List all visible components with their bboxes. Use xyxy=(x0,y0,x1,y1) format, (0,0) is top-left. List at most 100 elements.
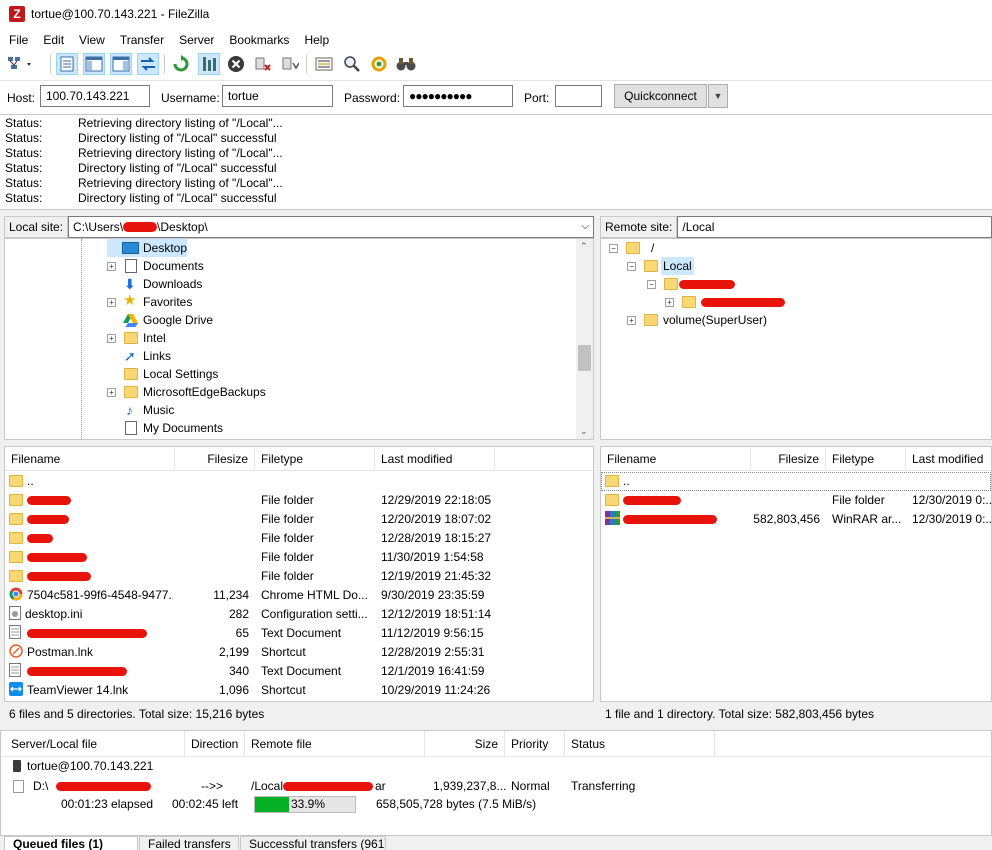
process-queue-button[interactable] xyxy=(198,53,220,75)
file-row[interactable]: .. xyxy=(601,472,991,491)
remote-path-input[interactable]: /Local xyxy=(677,216,992,238)
file-icon xyxy=(13,780,24,793)
transfer-queue-icon xyxy=(141,57,155,71)
collapse-icon[interactable]: − xyxy=(627,262,636,271)
column-direction[interactable]: Direction xyxy=(185,731,245,757)
file-row[interactable]: TeamViewer 14.lnk 1,096 Shortcut 10/29/2019… xyxy=(5,681,593,700)
tab-failed-transfers[interactable]: Failed transfers xyxy=(139,836,239,850)
folder-icon xyxy=(9,532,23,544)
chrome-icon xyxy=(9,587,23,601)
port-label: Port: xyxy=(524,91,550,105)
column-last-modified[interactable]: Last modified xyxy=(375,447,495,471)
column-priority[interactable]: Priority xyxy=(505,731,565,757)
filter-icon xyxy=(315,57,333,71)
column-status[interactable]: Status xyxy=(565,731,715,757)
file-size: 1,096 xyxy=(218,683,249,697)
column-filesize[interactable]: Filesize xyxy=(175,447,255,471)
file-name: .. xyxy=(623,474,630,488)
quickconnect-button[interactable]: Quickconnect xyxy=(614,84,707,108)
host-input[interactable] xyxy=(40,85,150,107)
file-row[interactable]: File folder 12/29/2019 22:18:05 xyxy=(5,491,593,510)
collapse-icon[interactable]: − xyxy=(647,280,656,289)
sort-ascending-icon: ⌃ xyxy=(671,446,679,453)
expand-icon[interactable]: + xyxy=(107,262,116,271)
disconnect-button[interactable] xyxy=(252,53,274,75)
file-row[interactable]: desktop.ini 282 Configuration setti... 12/1… xyxy=(5,605,593,624)
column-server-local-file[interactable]: Server/Local file xyxy=(5,731,185,757)
search-remote-files-button[interactable] xyxy=(395,53,417,75)
toggle-queue-button[interactable] xyxy=(137,53,159,75)
queue-transfer-row[interactable]: D:\ -->> /Local ar 1,939,237,8... Normal… xyxy=(11,777,991,796)
settings-file-icon xyxy=(9,606,21,620)
tree-item-redacted-subfolder[interactable]: + xyxy=(665,293,795,311)
file-row[interactable]: 7504c581-99f6-4548-9477... 11,234 Chrome H… xyxy=(5,586,593,605)
port-input[interactable] xyxy=(555,85,602,107)
file-type: Text Document xyxy=(261,626,342,640)
folder-icon xyxy=(9,494,23,506)
text-file-icon xyxy=(9,663,21,677)
file-type: File folder xyxy=(261,569,314,583)
file-row[interactable]: 582,803,456 WinRAR ar... 12/30/2019 0:... xyxy=(601,510,991,529)
directory-listing-filters-button[interactable] xyxy=(313,53,335,75)
file-row[interactable]: File folder 12/19/2019 21:45:32 xyxy=(5,567,593,586)
username-input[interactable] xyxy=(222,85,333,107)
toggle-log-button[interactable] xyxy=(56,53,78,75)
expand-icon[interactable]: + xyxy=(107,334,116,343)
file-row[interactable]: 65 Text Document 11/12/2019 9:56:15 xyxy=(5,624,593,643)
file-row[interactable]: 340 Text Document 12/1/2019 16:41:59 xyxy=(5,662,593,681)
menu-transfer[interactable]: Transfer xyxy=(111,30,170,50)
column-filesize[interactable]: Filesize xyxy=(751,447,826,471)
column-filetype[interactable]: Filetype xyxy=(255,447,375,471)
folder-icon xyxy=(605,494,619,506)
local-tree-scrollbar[interactable]: ⌃ ⌄ xyxy=(576,239,593,439)
file-size: 582,803,456 xyxy=(753,512,820,526)
tab-queued-files[interactable]: Queued files (1) xyxy=(4,836,138,850)
chevron-down-icon[interactable]: ⌵ xyxy=(581,217,589,237)
message-log[interactable]: Status: Retrieving directory listing of "… xyxy=(0,114,992,210)
file-row[interactable]: .. xyxy=(5,472,593,491)
chevron-down-icon[interactable]: ⌄ xyxy=(580,426,588,437)
menu-help[interactable]: Help xyxy=(295,30,335,50)
queue-server-row[interactable]: tortue@100.70.143.221 xyxy=(11,757,311,776)
refresh-button[interactable] xyxy=(170,53,192,75)
expand-icon[interactable]: + xyxy=(627,316,636,325)
menu-server[interactable]: Server xyxy=(170,30,220,50)
menu-bookmarks[interactable]: Bookmarks xyxy=(220,30,295,50)
collapse-icon[interactable]: − xyxy=(609,244,618,253)
local-path-input[interactable]: C:\Users\ \Desktop\ ⌵ xyxy=(68,216,594,238)
menu-file[interactable]: File xyxy=(0,30,34,50)
toggle-remote-tree-button[interactable] xyxy=(110,53,132,75)
file-row[interactable]: File folder 11/30/2019 1:54:58 xyxy=(5,548,593,567)
tree-item-redacted-folder[interactable]: − xyxy=(647,275,767,293)
expand-icon[interactable]: + xyxy=(107,388,116,397)
column-size[interactable]: Size xyxy=(425,731,505,757)
message-log-icon xyxy=(60,56,74,72)
chevron-up-icon[interactable]: ⌃ xyxy=(580,241,588,252)
toggle-local-tree-button[interactable] xyxy=(83,53,105,75)
expand-icon[interactable]: + xyxy=(665,298,674,307)
column-filetype[interactable]: Filetype xyxy=(826,447,906,471)
column-last-modified[interactable]: Last modified xyxy=(906,447,991,471)
menu-edit[interactable]: Edit xyxy=(34,30,70,50)
compare-directories-button[interactable] xyxy=(341,53,363,75)
reconnect-button[interactable] xyxy=(279,53,301,75)
file-row[interactable]: File folder 12/20/2019 18:07:02 xyxy=(5,510,593,529)
log-line: Status: Directory listing of "/Local" suc… xyxy=(5,161,277,175)
expand-icon[interactable]: + xyxy=(107,298,116,307)
quickconnect-history-dropdown[interactable]: ▼ xyxy=(708,84,728,108)
password-input[interactable] xyxy=(403,85,513,107)
sync-browsing-button[interactable] xyxy=(368,53,390,75)
tree-item-desktop[interactable]: Desktop xyxy=(107,239,187,257)
file-modified: 11/12/2019 9:56:15 xyxy=(381,626,484,640)
cancel-operation-button[interactable] xyxy=(225,53,247,75)
menu-view[interactable]: View xyxy=(70,30,111,50)
file-type: Shortcut xyxy=(261,645,306,659)
file-row[interactable]: File folder 12/28/2019 18:15:27 xyxy=(5,529,593,548)
column-remote-file[interactable]: Remote file xyxy=(245,731,425,757)
tab-successful-transfers[interactable]: Successful transfers (961) xyxy=(240,836,386,850)
site-manager-button[interactable] xyxy=(6,53,36,75)
file-name: 7504c581-99f6-4548-9477... xyxy=(27,588,173,602)
disconnect-icon xyxy=(255,57,271,71)
file-row[interactable]: Postman.lnk 2,199 Shortcut 12/28/2019 2:55:… xyxy=(5,643,593,662)
file-row[interactable]: File folder 12/30/2019 0:... xyxy=(601,491,991,510)
